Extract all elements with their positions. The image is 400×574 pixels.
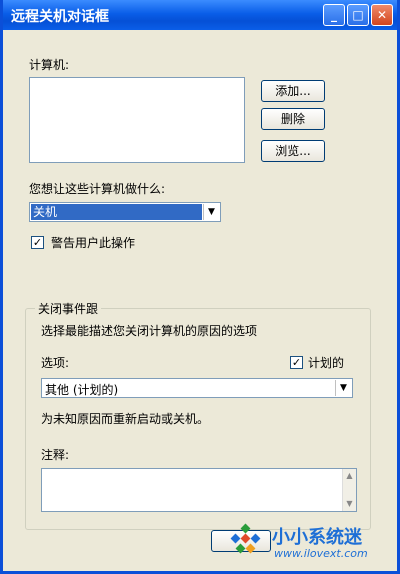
minimize-button[interactable]: _ (323, 4, 345, 26)
computers-label: 计算机: (29, 58, 70, 72)
remote-shutdown-dialog: 远程关机对话框 _ □ ✕ 计算机: 添加... 删除 浏览... 您想让这些计… (0, 0, 400, 574)
watermark-url: www.ilovext.com (274, 547, 368, 560)
option-selected-value: 其他 (计划的) (45, 383, 119, 397)
option-label: 选项: (41, 356, 70, 370)
window-controls: _ □ ✕ (323, 4, 393, 26)
computer-list[interactable] (29, 77, 245, 163)
warn-users-label: 警告用户此操作 (51, 236, 136, 250)
title-bar[interactable]: 远程关机对话框 _ □ ✕ (3, 0, 397, 30)
watermark-name: 小小系统迷 (272, 527, 362, 548)
scroll-up-icon[interactable]: ▲ (343, 469, 356, 483)
add-button[interactable]: 添加... (261, 80, 325, 102)
window-title: 远程关机对话框 (11, 9, 109, 25)
warn-users-checkbox[interactable]: ✓ (31, 236, 44, 249)
watermark-logo-icon (230, 523, 261, 554)
planned-checkbox[interactable]: ✓ (290, 356, 303, 369)
maximize-button[interactable]: □ (347, 4, 369, 26)
tracker-description: 选择最能描述您关闭计算机的原因的选项 (41, 324, 258, 338)
action-label: 您想让这些计算机做什么: (29, 182, 166, 196)
comment-input[interactable]: ▲ ▼ (41, 468, 357, 512)
option-select[interactable]: 其他 (计划的) ▼ (41, 378, 353, 398)
remove-button[interactable]: 删除 (261, 108, 325, 130)
comment-scrollbar[interactable]: ▲ ▼ (342, 469, 356, 511)
close-button[interactable]: ✕ (371, 4, 393, 26)
shutdown-event-tracker-title: 关闭事件跟 (35, 300, 102, 317)
comment-label: 注释: (41, 448, 70, 462)
reason-description: 为未知原因而重新启动或关机。 (41, 412, 210, 426)
scroll-down-icon[interactable]: ▼ (343, 497, 356, 511)
chevron-down-icon[interactable]: ▼ (335, 380, 351, 396)
action-select[interactable]: 关机 ▼ (29, 202, 221, 222)
chevron-down-icon[interactable]: ▼ (203, 204, 219, 220)
browse-button[interactable]: 浏览... (261, 140, 325, 162)
watermark: 小小系统迷 www.ilovext.com (226, 519, 391, 565)
planned-label: 计划的 (308, 356, 345, 370)
action-selected-value: 关机 (31, 204, 202, 220)
